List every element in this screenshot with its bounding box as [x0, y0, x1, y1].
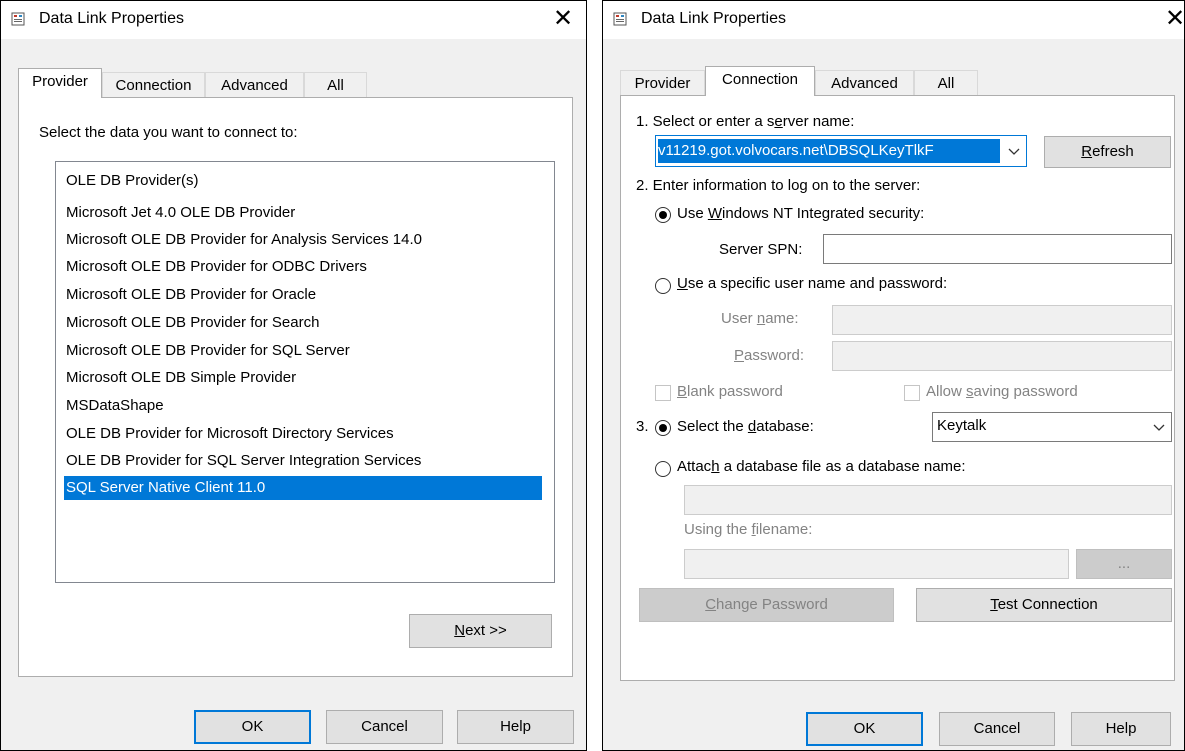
- browse-button[interactable]: ...: [1076, 549, 1172, 579]
- user-name-input[interactable]: [832, 305, 1172, 335]
- user-name-label: User name:: [721, 310, 799, 327]
- right-title-bar: Data Link Properties ✕: [603, 1, 1184, 39]
- cancel-button[interactable]: Cancel: [326, 710, 443, 744]
- left-dialog-title: Data Link Properties: [39, 10, 184, 27]
- blank-password-label: Blank password: [677, 383, 783, 400]
- server-name-value: v11219.got.volvocars.net\DBSQLKeyTlkF: [658, 139, 1000, 163]
- right-dialog: Data Link Properties ✕ Provider Connecti…: [602, 0, 1185, 751]
- list-item[interactable]: Microsoft OLE DB Provider for Analysis S…: [66, 231, 422, 248]
- select-database-label: Select the database:: [677, 418, 814, 435]
- windows-security-label: Use Windows NT Integrated security:: [677, 205, 925, 222]
- data-link-icon: [11, 11, 27, 27]
- right-tab-panel: 1. Select or enter a server name: v11219…: [620, 95, 1175, 681]
- step2-label: 2. Enter information to log on to the se…: [636, 177, 921, 194]
- left-tab-panel: Select the data you want to connect to: …: [18, 97, 573, 677]
- close-icon[interactable]: ✕: [549, 5, 577, 33]
- database-value: Keytalk: [937, 417, 987, 434]
- list-item[interactable]: Microsoft OLE DB Provider for ODBC Drive…: [66, 258, 367, 275]
- tab-all[interactable]: All: [914, 70, 978, 96]
- list-item[interactable]: Microsoft OLE DB Simple Provider: [66, 369, 296, 386]
- list-item[interactable]: Microsoft OLE DB Provider for Search: [66, 314, 319, 331]
- chevron-down-icon[interactable]: [1151, 418, 1167, 436]
- list-item[interactable]: Microsoft OLE DB Provider for SQL Server: [66, 342, 350, 359]
- attach-database-label: Attach a database file as a database nam…: [677, 458, 966, 475]
- list-item[interactable]: Microsoft Jet 4.0 OLE DB Provider: [66, 204, 295, 221]
- chevron-down-icon[interactable]: [1006, 142, 1022, 160]
- ok-button[interactable]: OK: [806, 712, 923, 746]
- tab-provider[interactable]: Provider: [18, 68, 102, 98]
- step3-prefix: 3.: [636, 418, 649, 435]
- right-dialog-title: Data Link Properties: [641, 10, 786, 27]
- password-input[interactable]: [832, 341, 1172, 371]
- tab-advanced[interactable]: Advanced: [815, 70, 914, 96]
- windows-security-radio[interactable]: [655, 207, 671, 223]
- tab-connection[interactable]: Connection: [102, 72, 205, 98]
- next-button[interactable]: Next >>: [409, 614, 552, 648]
- provider-list[interactable]: OLE DB Provider(s) Microsoft Jet 4.0 OLE…: [55, 161, 555, 583]
- specific-user-label: Use a specific user name and password:: [677, 275, 948, 292]
- ok-button[interactable]: OK: [194, 710, 311, 744]
- data-link-icon: [613, 11, 629, 27]
- attach-database-radio[interactable]: [655, 461, 671, 477]
- close-icon[interactable]: ✕: [1161, 5, 1184, 33]
- select-database-radio[interactable]: [655, 420, 671, 436]
- help-button[interactable]: Help: [1071, 712, 1171, 746]
- step1-label: 1. Select or enter a server name:: [636, 113, 855, 130]
- test-connection-button[interactable]: Test Connection: [916, 588, 1172, 622]
- list-item[interactable]: OLE DB Provider(s): [66, 172, 199, 189]
- password-label: Password:: [734, 347, 805, 364]
- list-item[interactable]: OLE DB Provider for Microsoft Directory …: [66, 425, 394, 442]
- cancel-button[interactable]: Cancel: [939, 712, 1055, 746]
- change-password-button[interactable]: Change Password: [639, 588, 894, 622]
- help-button[interactable]: Help: [457, 710, 574, 744]
- list-item[interactable]: Microsoft OLE DB Provider for Oracle: [66, 286, 316, 303]
- provider-prompt: Select the data you want to connect to:: [39, 124, 298, 141]
- allow-saving-label: Allow saving password: [926, 383, 1078, 400]
- specific-user-radio[interactable]: [655, 278, 671, 294]
- left-title-bar: Data Link Properties ✕: [1, 1, 586, 39]
- tab-connection[interactable]: Connection: [705, 66, 815, 96]
- tab-provider[interactable]: Provider: [620, 70, 705, 96]
- list-item-selected[interactable]: SQL Server Native Client 11.0: [64, 476, 542, 500]
- left-dialog: Data Link Properties ✕ Provider Connecti…: [0, 0, 587, 751]
- server-spn-input[interactable]: [823, 234, 1172, 264]
- blank-password-checkbox[interactable]: [655, 385, 671, 401]
- list-item[interactable]: OLE DB Provider for SQL Server Integrati…: [66, 452, 421, 469]
- attach-database-input[interactable]: [684, 485, 1172, 515]
- database-combo[interactable]: Keytalk: [932, 412, 1172, 442]
- list-item[interactable]: MSDataShape: [66, 397, 164, 414]
- filename-input[interactable]: [684, 549, 1069, 579]
- server-spn-label: Server SPN:: [719, 241, 803, 258]
- refresh-button[interactable]: Refresh: [1044, 136, 1171, 168]
- tab-advanced[interactable]: Advanced: [205, 72, 304, 98]
- allow-saving-checkbox[interactable]: [904, 385, 920, 401]
- using-filename-label: Using the filename:: [684, 521, 813, 538]
- server-name-combo[interactable]: v11219.got.volvocars.net\DBSQLKeyTlkF: [655, 135, 1027, 167]
- tab-all[interactable]: All: [304, 72, 367, 98]
